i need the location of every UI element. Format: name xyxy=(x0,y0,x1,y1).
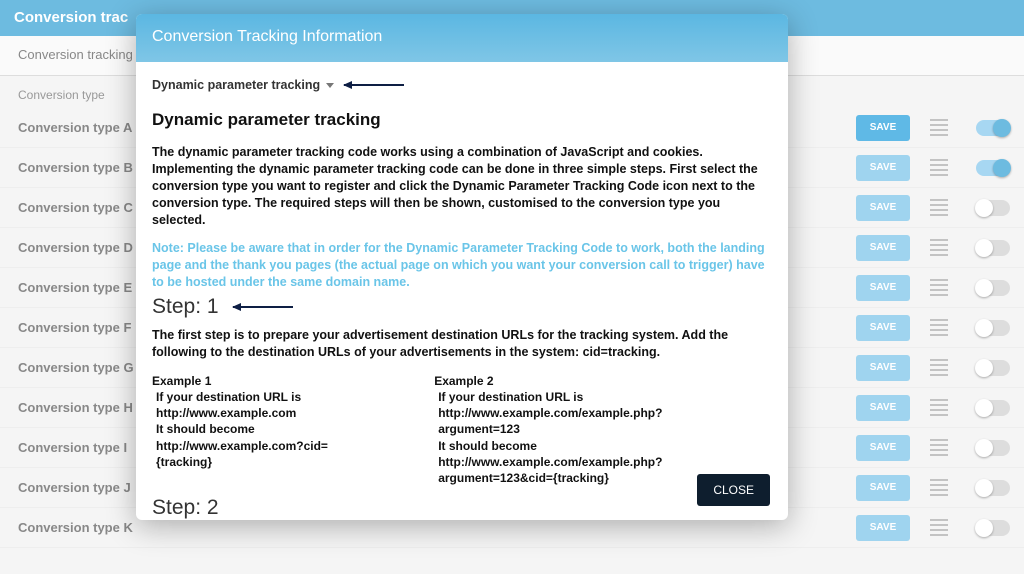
menu-icon[interactable] xyxy=(930,119,948,136)
step-1-text: The first step is to prepare your advert… xyxy=(152,327,768,361)
enable-toggle[interactable] xyxy=(976,400,1010,416)
example-2-label: Example 2 xyxy=(434,373,493,389)
menu-icon[interactable] xyxy=(930,519,948,536)
save-button[interactable]: SAVE xyxy=(856,115,910,141)
modal-title: Conversion Tracking Information xyxy=(136,14,788,62)
save-button[interactable]: SAVE xyxy=(856,475,910,501)
menu-icon[interactable] xyxy=(930,279,948,296)
enable-toggle[interactable] xyxy=(976,200,1010,216)
menu-icon[interactable] xyxy=(930,439,948,456)
example-2-body: If your destination URL is http://www.ex… xyxy=(434,389,734,486)
tracking-info-modal: Conversion Tracking Information Dynamic … xyxy=(136,14,788,520)
enable-toggle[interactable] xyxy=(976,120,1010,136)
examples-block: Example 1 If your destination URL is htt… xyxy=(152,373,768,486)
menu-icon[interactable] xyxy=(930,159,948,176)
intro-text: The dynamic parameter tracking code work… xyxy=(152,144,768,228)
save-button[interactable]: SAVE xyxy=(856,515,910,541)
enable-toggle[interactable] xyxy=(976,320,1010,336)
enable-toggle[interactable] xyxy=(976,440,1010,456)
save-button[interactable]: SAVE xyxy=(856,235,910,261)
example-1-label: Example 1 xyxy=(152,373,211,389)
note-text: Note: Please be aware that in order for … xyxy=(152,240,768,291)
close-button[interactable]: CLOSE xyxy=(697,474,770,506)
step-2-heading: Step: 2 xyxy=(152,496,768,520)
save-button[interactable]: SAVE xyxy=(856,275,910,301)
save-button[interactable]: SAVE xyxy=(856,195,910,221)
menu-icon[interactable] xyxy=(930,239,948,256)
save-button[interactable]: SAVE xyxy=(856,395,910,421)
modal-body[interactable]: Dynamic parameter tracking Dynamic param… xyxy=(136,62,788,520)
step-1-heading: Step: 1 xyxy=(152,295,219,319)
section-heading: Dynamic parameter tracking xyxy=(152,110,768,130)
menu-icon[interactable] xyxy=(930,359,948,376)
enable-toggle[interactable] xyxy=(976,480,1010,496)
pointer-arrow-icon xyxy=(344,84,404,86)
conversion-type-name: Conversion type K xyxy=(18,520,856,535)
example-1-body: If your destination URL is http://www.ex… xyxy=(152,389,372,470)
save-button[interactable]: SAVE xyxy=(856,315,910,341)
menu-icon[interactable] xyxy=(930,479,948,496)
enable-toggle[interactable] xyxy=(976,360,1010,376)
save-button[interactable]: SAVE xyxy=(856,355,910,381)
enable-toggle[interactable] xyxy=(976,520,1010,536)
menu-icon[interactable] xyxy=(930,399,948,416)
enable-toggle[interactable] xyxy=(976,160,1010,176)
dropdown-label: Dynamic parameter tracking xyxy=(152,78,320,92)
menu-icon[interactable] xyxy=(930,199,948,216)
save-button[interactable]: SAVE xyxy=(856,435,910,461)
chevron-down-icon xyxy=(326,83,334,88)
tracking-type-dropdown[interactable]: Dynamic parameter tracking xyxy=(152,78,334,92)
save-button[interactable]: SAVE xyxy=(856,155,910,181)
pointer-arrow-icon xyxy=(233,306,293,308)
enable-toggle[interactable] xyxy=(976,240,1010,256)
enable-toggle[interactable] xyxy=(976,280,1010,296)
menu-icon[interactable] xyxy=(930,319,948,336)
